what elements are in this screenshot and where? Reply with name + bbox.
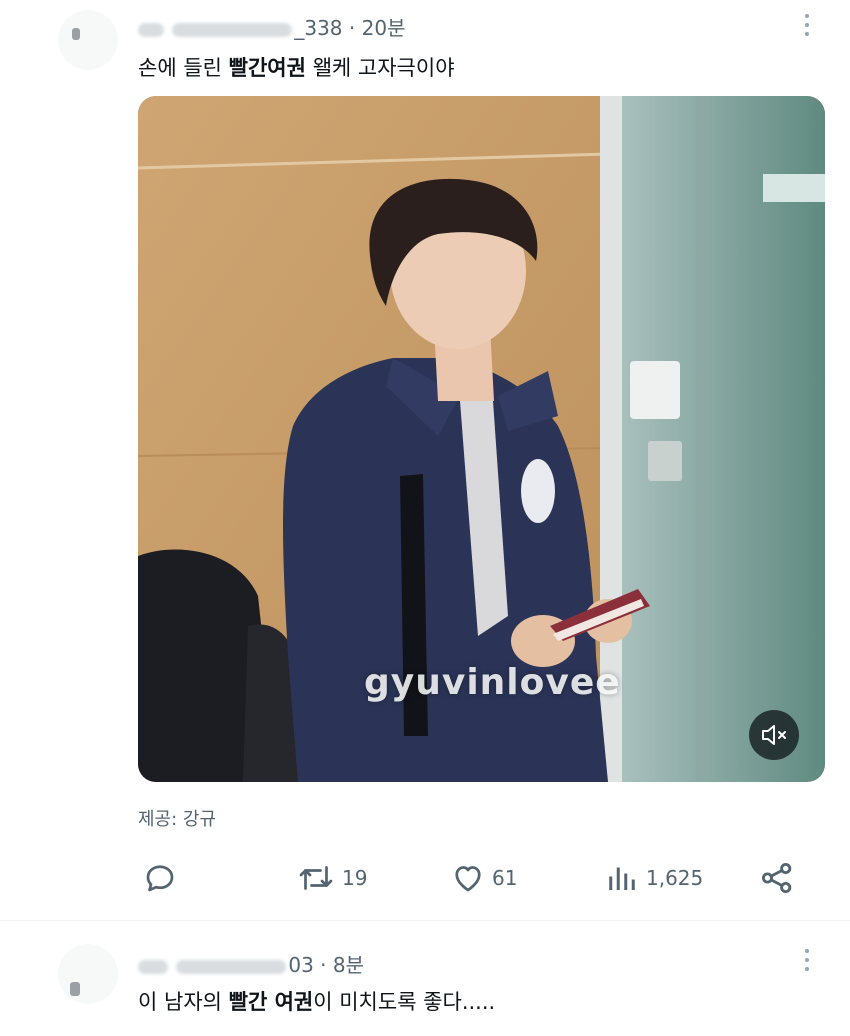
avatar[interactable] [58,10,118,70]
tweet-meta: _338 · 20분 [138,12,405,41]
action-bar: 19 61 1,625 [0,858,850,898]
tweet-text-part: 왤케 고자극이야 [305,56,455,80]
more-icon[interactable] [803,949,811,971]
meta-separator: · [348,16,356,40]
more-icon[interactable] [803,14,811,36]
handle-suffix[interactable]: 03 [288,953,313,977]
like-count: 61 [492,866,518,890]
tweet-2[interactable]: 03 · 8분 이 남자의 빨간 여권이 미치도록 좋다..... [0,921,850,1036]
like-button[interactable]: 61 [450,858,517,898]
video-watermark: gyuvinlovee [364,662,621,703]
tweet-text: 손에 들린 빨간여권 왤케 고자극이야 [138,52,455,82]
tweet-text-bold: 빨간여권 [228,56,306,80]
redacted-name [138,22,164,37]
reply-icon [146,865,174,892]
retweet-button[interactable]: 19 [296,858,367,898]
share-icon [761,862,792,894]
redacted-handle [176,959,287,974]
tweet-video[interactable]: gyuvinlovee [138,96,825,782]
heart-icon [455,866,481,892]
tweet-meta: 03 · 8분 [138,949,364,978]
meta-separator: · [320,953,327,977]
avatar[interactable] [58,944,118,1004]
reply-button[interactable] [142,858,178,898]
retweet-count: 19 [342,866,368,890]
retweet-icon [299,866,333,890]
tweet-time[interactable]: 20분 [362,16,406,40]
share-button[interactable] [758,858,796,898]
tweet-1[interactable]: _338 · 20분 손에 들린 빨간여권 왤케 고자극이야 gyuvinlov… [0,0,850,920]
tweet-time[interactable]: 8분 [333,953,364,977]
mute-icon[interactable] [749,710,799,760]
avatar-mark [70,982,80,996]
tweet-text-part: 이 미치도록 좋다..... [313,990,496,1014]
tweet-text-part: 이 남자의 [138,990,229,1014]
avatar-mark [72,28,80,40]
views-icon [609,867,635,890]
views-button[interactable]: 1,625 [604,858,703,898]
redacted-handle [172,22,293,37]
handle-suffix[interactable]: _338 [294,16,342,40]
redacted-name [138,959,168,974]
view-count: 1,625 [646,866,704,890]
media-caption: 제공: 강규 [138,809,217,830]
tweet-text-bold: 빨간 여권 [228,990,314,1014]
tweet-text: 이 남자의 빨간 여권이 미치도록 좋다..... [138,986,495,1016]
tweet-text-part: 손에 들린 [138,56,229,80]
